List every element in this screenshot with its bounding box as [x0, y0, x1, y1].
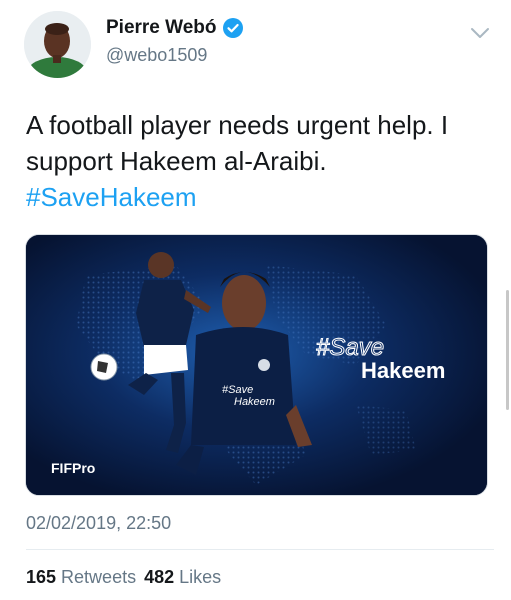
verified-badge-icon: [222, 18, 243, 38]
retweets-count: 165: [26, 567, 57, 587]
divider: [26, 549, 494, 550]
tweet-media-image[interactable]: #Save Hakeem #Save Hakeem FIFPro: [25, 234, 488, 496]
shirt-tag-text: #Save: [222, 384, 253, 396]
retweets-label: Retweets: [61, 567, 137, 587]
tweet-text-block: A football player needs urgent help. I s…: [26, 107, 486, 215]
hashtag-link[interactable]: #SaveHakeem: [26, 179, 486, 215]
tweet-text: A football player needs urgent help. I s…: [26, 110, 449, 176]
author-handle[interactable]: @webo1509: [106, 45, 207, 66]
headline-tag-text: #Save: [316, 334, 384, 361]
chevron-down-icon[interactable]: [470, 26, 490, 40]
headline-name-text: Hakeem: [361, 358, 445, 383]
avatar[interactable]: [24, 11, 91, 78]
retweets-stat[interactable]: 165 Retweets: [26, 567, 136, 588]
save-hakeem-poster: #Save Hakeem #Save Hakeem FIFPro: [26, 235, 487, 495]
fifpro-logo-text: FIFPro: [51, 460, 95, 476]
scrollbar[interactable]: [506, 290, 509, 410]
tweet-timestamp[interactable]: 02/02/2019, 22:50: [26, 513, 171, 534]
likes-stat[interactable]: 482 Likes: [144, 567, 221, 588]
shirt-name-text: Hakeem: [234, 396, 275, 408]
tweet-stats: 165 Retweets 482 Likes: [26, 567, 221, 588]
likes-count: 482: [144, 567, 175, 587]
likes-label: Likes: [179, 567, 222, 587]
author-name[interactable]: Pierre Webó: [106, 17, 217, 39]
author-name-row[interactable]: Pierre Webó: [106, 17, 243, 39]
avatar-image: [24, 11, 91, 78]
